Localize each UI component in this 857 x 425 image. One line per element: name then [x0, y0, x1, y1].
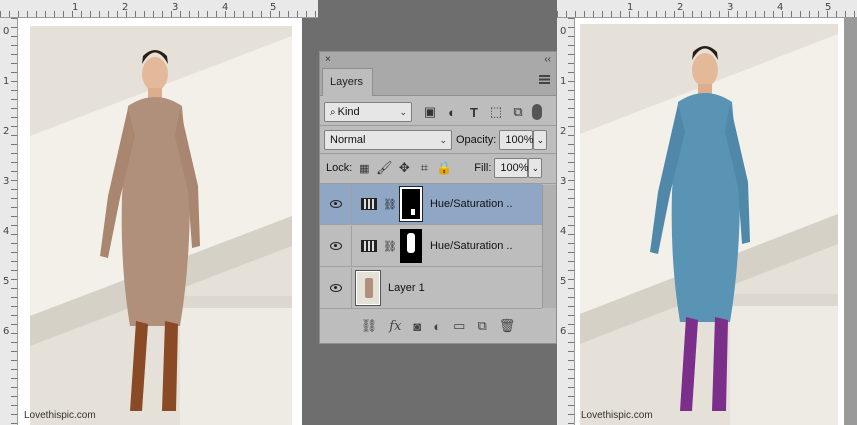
adjustment-layer-icon	[361, 198, 377, 210]
chain-link-icon[interactable]: ⛓	[383, 198, 397, 211]
right-side-number: 6	[560, 326, 567, 337]
lock-paint-icon[interactable]: 🖌	[376, 160, 393, 176]
opacity-input[interactable]: 100%	[499, 130, 534, 150]
opacity-label: Opacity:	[456, 134, 497, 146]
layer-name: Hue/Saturation ..	[429, 198, 513, 210]
tab-layers[interactable]: Layers	[322, 68, 373, 96]
blend-mode-label: Normal	[330, 134, 366, 146]
shape-filter-icon[interactable]: ⬚	[488, 104, 504, 120]
adjustment-filter-icon[interactable]: ◐	[444, 104, 460, 120]
collapse-icon[interactable]: ‹‹	[544, 54, 551, 65]
layer-row-hue-saturation-bottom[interactable]: ⛓ Hue/Saturation ..	[320, 226, 542, 267]
model-brown-dress-image	[30, 26, 292, 425]
lock-label: Lock:	[326, 162, 353, 174]
layer-name: Layer 1	[388, 282, 425, 294]
left-side-number: 4	[3, 226, 10, 237]
chain-link-icon[interactable]: ⛓	[383, 240, 397, 253]
left-side-number: 3	[3, 176, 10, 187]
right-side-number: 4	[560, 226, 567, 237]
chevron-down-icon: ⌄	[399, 106, 407, 117]
eye-icon	[329, 284, 342, 292]
layer-row-hue-saturation-top[interactable]: ⛓ Hue/Saturation ..	[320, 184, 542, 225]
layer-thumbnail[interactable]	[355, 270, 381, 306]
filter-row: ⌕ Kind ⌄ ▣ ◐ T ⬚ ⧉	[320, 101, 556, 123]
panel-title-strip: × ‹‹	[320, 52, 556, 66]
left-watermark: Lovethispic.com	[24, 410, 96, 421]
layer-name: Hue/Saturation ..	[429, 240, 513, 252]
right-photo	[580, 24, 838, 425]
left-canvas[interactable]: Lovethispic.com	[18, 18, 302, 425]
opacity-value: 100%	[505, 134, 534, 146]
eye-icon	[329, 200, 342, 208]
left-horizontal-ruler: 1 2 3 4 5	[0, 0, 318, 18]
panel-tab-bar: Layers	[320, 66, 556, 96]
blend-row: Normal ⌄ Opacity: 100% ⌄	[320, 129, 556, 151]
chevron-down-icon: ⌄	[536, 134, 545, 145]
left-side-number: 6	[3, 326, 10, 337]
filter-kind-label: Kind	[337, 106, 360, 118]
layers-bottom-bar: ⛓ fx ◙ ◐ ▭ ⧉ 🗑	[320, 309, 556, 343]
right-scroll-edge	[844, 18, 857, 425]
left-side-number: 2	[3, 126, 10, 137]
right-watermark: Lovethispic.com	[581, 410, 653, 421]
lock-all-icon[interactable]: 🔒	[436, 160, 452, 176]
right-side-number: 2	[560, 126, 567, 137]
trash-icon[interactable]: 🗑	[499, 318, 516, 334]
right-side-number: 5	[560, 276, 567, 287]
filter-kind-select[interactable]: ⌕ Kind ⌄	[324, 102, 412, 122]
chevron-down-icon: ⌄	[439, 134, 447, 145]
folder-icon[interactable]: ▭	[453, 318, 465, 334]
smart-object-filter-icon[interactable]: ⧉	[510, 104, 526, 120]
new-layer-icon[interactable]: ⧉	[477, 318, 486, 334]
layer-mask-thumbnail[interactable]	[398, 186, 423, 222]
panel-menu-icon[interactable]	[539, 75, 550, 84]
left-side-number: 1	[3, 76, 10, 87]
mask-icon[interactable]: ◙	[413, 319, 421, 334]
image-filter-icon[interactable]: ▣	[422, 104, 438, 120]
left-vertical-ruler: 0 1 2 3 4 5 6	[0, 18, 18, 425]
left-photo	[30, 26, 292, 425]
fill-label: Fill:	[474, 162, 492, 174]
left-side-number: 0	[3, 26, 10, 37]
fx-icon[interactable]: fx	[389, 319, 401, 334]
fill-value: 100%	[500, 162, 529, 174]
visibility-toggle[interactable]	[320, 184, 352, 224]
adjustment-icon[interactable]: ◐	[433, 319, 441, 334]
search-icon: ⌕	[330, 106, 336, 118]
right-horizontal-ruler: 1 2 3 4 5	[557, 0, 857, 18]
layers-scrollbar[interactable]	[542, 185, 556, 308]
visibility-toggle[interactable]	[320, 226, 352, 266]
link-icon[interactable]: ⛓	[361, 318, 378, 334]
close-icon[interactable]: ×	[325, 54, 331, 65]
lock-artboard-icon[interactable]: ⌗	[416, 160, 432, 176]
lock-position-icon[interactable]: ✥	[396, 160, 412, 176]
adjustment-layer-icon	[361, 240, 377, 252]
right-vertical-ruler: 0 1 2 3 4 5 6	[557, 18, 575, 425]
layer-row-layer-1[interactable]: Layer 1	[320, 268, 542, 309]
eye-icon	[329, 242, 342, 250]
fill-dropdown[interactable]: ⌄	[528, 158, 543, 178]
lock-transparent-icon[interactable]: ▦	[356, 160, 372, 176]
blend-mode-select[interactable]: Normal ⌄	[324, 130, 452, 150]
visibility-toggle[interactable]	[320, 268, 352, 308]
layers-panel: × ‹‹ Layers ⌕ Kind ⌄ ▣ ◐ T ⬚ ⧉ Normal ⌄ …	[319, 51, 557, 344]
opacity-dropdown[interactable]: ⌄	[533, 130, 548, 150]
left-side-number: 5	[3, 276, 10, 287]
type-filter-icon[interactable]: T	[466, 104, 482, 120]
right-canvas[interactable]: Lovethispic.com	[575, 18, 844, 425]
right-side-number: 1	[560, 76, 567, 87]
chevron-down-icon: ⌄	[531, 162, 540, 173]
right-side-number: 3	[560, 176, 567, 187]
layer-mask-thumbnail[interactable]	[399, 229, 422, 263]
lock-row: Lock: ▦ 🖌 ✥ ⌗ 🔒 Fill: 100% ⌄	[320, 157, 556, 179]
model-blue-dress-image	[580, 24, 838, 425]
right-side-number: 0	[560, 26, 567, 37]
filter-toggle-icon[interactable]	[532, 104, 542, 120]
fill-input[interactable]: 100%	[494, 158, 529, 178]
